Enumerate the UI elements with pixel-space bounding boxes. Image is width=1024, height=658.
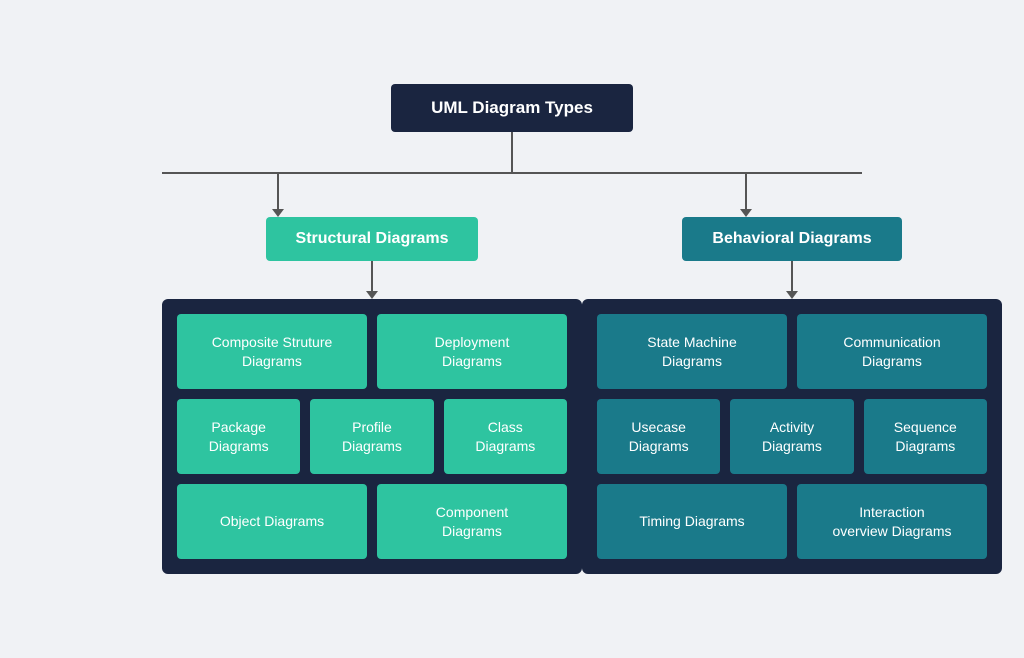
- class-diagrams: ClassDiagrams: [444, 399, 567, 474]
- package-diagrams: PackageDiagrams: [177, 399, 300, 474]
- sequence-diagrams: SequenceDiagrams: [864, 399, 987, 474]
- behavioral-branch: Behavioral Diagrams State MachineDiagram…: [582, 217, 1002, 574]
- diagram-container: UML Diagram Types Structural Diagrams: [22, 84, 1002, 574]
- interaction-overview-diagrams: Interactionoverview Diagrams: [797, 484, 987, 559]
- profile-diagrams: ProfileDiagrams: [310, 399, 433, 474]
- branch-container: [162, 174, 862, 217]
- structural-branch: Structural Diagrams Composite StrutureDi…: [162, 217, 582, 574]
- behavioral-node: Behavioral Diagrams: [682, 217, 901, 261]
- usecase-diagrams: UsecaseDiagrams: [597, 399, 720, 474]
- root-connector: [511, 132, 513, 172]
- structural-row-3: Object Diagrams ComponentDiagrams: [177, 484, 567, 559]
- structural-node: Structural Diagrams: [266, 217, 479, 261]
- state-machine-diagrams: State MachineDiagrams: [597, 314, 787, 389]
- activity-diagrams: ActivityDiagrams: [730, 399, 853, 474]
- object-diagrams: Object Diagrams: [177, 484, 367, 559]
- behavioral-row-3: Timing Diagrams Interactionoverview Diag…: [597, 484, 987, 559]
- right-branch-line: [740, 174, 752, 217]
- communication-diagrams: CommunicationDiagrams: [797, 314, 987, 389]
- behavioral-row-2: UsecaseDiagrams ActivityDiagrams Sequenc…: [597, 399, 987, 474]
- structural-container: Composite StrutureDiagrams DeploymentDia…: [162, 299, 582, 574]
- structural-label: Structural Diagrams: [296, 230, 449, 247]
- composite-structure-diagrams: Composite StrutureDiagrams: [177, 314, 367, 389]
- deployment-diagrams: DeploymentDiagrams: [377, 314, 567, 389]
- level1-row: Structural Diagrams Composite StrutureDi…: [162, 217, 862, 574]
- h-branch-line: [162, 172, 862, 174]
- root-label: UML Diagram Types: [431, 98, 593, 117]
- structural-row-2: PackageDiagrams ProfileDiagrams ClassDia…: [177, 399, 567, 474]
- component-diagrams: ComponentDiagrams: [377, 484, 567, 559]
- behavioral-row-1: State MachineDiagrams CommunicationDiagr…: [597, 314, 987, 389]
- timing-diagrams: Timing Diagrams: [597, 484, 787, 559]
- structural-row-1: Composite StrutureDiagrams DeploymentDia…: [177, 314, 567, 389]
- structural-down-arrow: [366, 261, 378, 299]
- behavioral-down-arrow: [786, 261, 798, 299]
- behavioral-container: State MachineDiagrams CommunicationDiagr…: [582, 299, 1002, 574]
- left-branch-line: [272, 174, 284, 217]
- behavioral-label: Behavioral Diagrams: [712, 230, 871, 247]
- root-node: UML Diagram Types: [391, 84, 633, 132]
